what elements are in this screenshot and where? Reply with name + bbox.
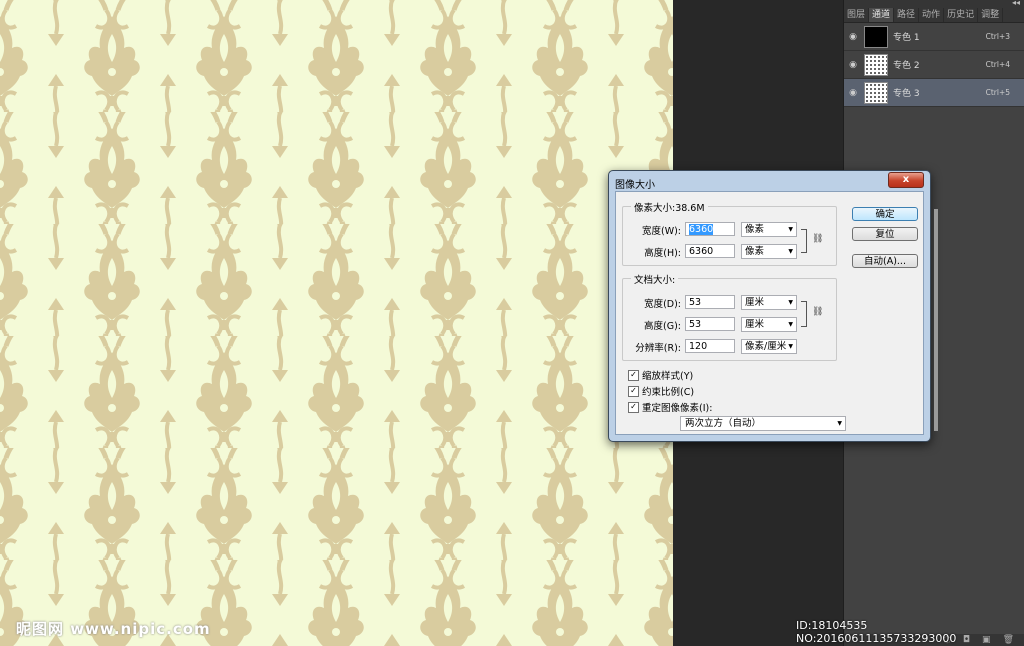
chevron-down-icon: ▼ — [837, 420, 842, 427]
pixel-dimensions-group: 像素大小:38.6M 宽度(W): 6360 像素 ▼ 高度(H): 6360 像… — [622, 200, 837, 266]
resolution-unit-select[interactable]: 像素/厘米 ▼ — [741, 339, 797, 354]
pixel-width-input[interactable]: 6360 — [685, 222, 735, 236]
ok-button[interactable]: 确定 — [852, 207, 918, 221]
chevron-down-icon: ▼ — [788, 226, 793, 233]
checkbox-label: 缩放样式(Y) — [642, 371, 694, 382]
doc-height-input[interactable]: 53 — [685, 317, 735, 331]
checkbox-label: 约束比例(C) — [642, 387, 695, 398]
document-canvas[interactable] — [0, 0, 673, 646]
image-size-dialog: 图像大小 x 像素大小:38.6M 宽度(W): 6360 像素 ▼ 高度(H):… — [608, 170, 938, 442]
pixel-height-input[interactable]: 6360 — [685, 244, 735, 258]
link-icon: ⛓ — [812, 234, 824, 244]
channel-row-spot-1[interactable]: ◉ 专色 1 Ctrl+3 — [844, 23, 1024, 51]
watermark-id: ID:18104535 NO:20160611135733293000 — [796, 619, 957, 645]
scale-styles-checkbox-row[interactable]: ✓ 缩放样式(Y) — [628, 368, 693, 382]
pixel-width-label: 宽度(W): — [641, 226, 681, 237]
channel-name: 专色 2 — [893, 61, 920, 71]
channel-thumbnail — [864, 25, 888, 48]
channel-name: 专色 3 — [893, 89, 920, 99]
chevron-down-icon: ▼ — [788, 248, 793, 255]
constrain-bracket — [801, 301, 807, 327]
chevron-down-icon: ▼ — [788, 343, 793, 350]
pixel-height-unit-select[interactable]: 像素 ▼ — [741, 244, 797, 259]
doc-height-unit-select[interactable]: 厘米 ▼ — [741, 317, 797, 332]
reset-button[interactable]: 复位 — [852, 227, 918, 241]
channel-shortcut: Ctrl+3 — [985, 32, 1010, 41]
doc-width-unit-select[interactable]: 厘米 ▼ — [741, 295, 797, 310]
tab-history[interactable]: 历史记 — [944, 8, 979, 22]
dialog-body: 像素大小:38.6M 宽度(W): 6360 像素 ▼ 高度(H): 6360 像… — [615, 191, 924, 435]
constrain-proportions-checkbox[interactable]: ✓ — [628, 385, 639, 397]
eye-icon[interactable]: ◉ — [844, 60, 862, 70]
tab-actions[interactable]: 动作 — [919, 8, 945, 22]
pixel-width-unit-select[interactable]: 像素 ▼ — [741, 222, 797, 237]
resample-checkbox[interactable]: ✓ — [628, 401, 639, 413]
doc-height-label: 高度(G): — [644, 321, 681, 332]
watermark-logo: 昵图网 www.nipic.com — [16, 620, 211, 638]
chevron-down-icon: ▼ — [788, 321, 793, 328]
eye-icon[interactable]: ◉ — [844, 32, 862, 42]
channel-thumbnail — [864, 81, 888, 104]
eye-icon[interactable]: ◉ — [844, 88, 862, 98]
channel-thumbnail — [864, 53, 888, 76]
double-chevron-icon[interactable]: ◂◂ — [1012, 0, 1020, 7]
damask-pattern — [0, 0, 673, 646]
link-icon: ⛓ — [812, 307, 824, 317]
close-button[interactable]: x — [888, 172, 924, 188]
checkbox-label: 重定图像像素(I): — [642, 403, 713, 414]
constrain-bracket — [801, 229, 807, 253]
constrain-proportions-checkbox-row[interactable]: ✓ 约束比例(C) — [628, 384, 694, 398]
scale-styles-checkbox[interactable]: ✓ — [628, 369, 639, 381]
tab-layers[interactable]: 图层 — [844, 8, 870, 22]
doc-width-input[interactable]: 53 — [685, 295, 735, 309]
panel-tabs: 图层 通道 路径 动作 历史记 调整 — [844, 8, 1024, 23]
panel-header: ◂◂ — [844, 0, 1024, 8]
resolution-input[interactable]: 120 — [685, 339, 735, 353]
group-label: 像素大小:38.6M — [631, 200, 708, 214]
channel-name: 专色 1 — [893, 33, 920, 43]
channel-shortcut: Ctrl+4 — [985, 60, 1010, 69]
channel-shortcut: Ctrl+5 — [985, 88, 1010, 97]
resolution-label: 分辨率(R): — [635, 343, 681, 354]
auto-button[interactable]: 自动(A)... — [852, 254, 918, 268]
tab-adjustments[interactable]: 调整 — [978, 8, 1004, 22]
channel-row-spot-2[interactable]: ◉ 专色 2 Ctrl+4 — [844, 51, 1024, 79]
tab-paths[interactable]: 路径 — [894, 8, 920, 22]
chevron-down-icon: ▼ — [788, 299, 793, 306]
resample-method-select[interactable]: 两次立方（自动） ▼ — [680, 416, 846, 431]
pixel-height-label: 高度(H): — [644, 248, 681, 259]
group-label: 文档大小: — [631, 272, 679, 286]
dialog-title: 图像大小 — [615, 180, 655, 191]
window-edge-scrollbar — [934, 209, 938, 431]
document-size-group: 文档大小: 宽度(D): 53 厘米 ▼ 高度(G): 53 厘米 ▼ 分辨率(R)… — [622, 272, 837, 361]
resample-checkbox-row[interactable]: ✓ 重定图像像素(I): — [628, 400, 712, 414]
channel-row-spot-3[interactable]: ◉ 专色 3 Ctrl+5 — [844, 79, 1024, 107]
doc-width-label: 宽度(D): — [644, 299, 681, 310]
tab-channels[interactable]: 通道 — [869, 8, 895, 22]
